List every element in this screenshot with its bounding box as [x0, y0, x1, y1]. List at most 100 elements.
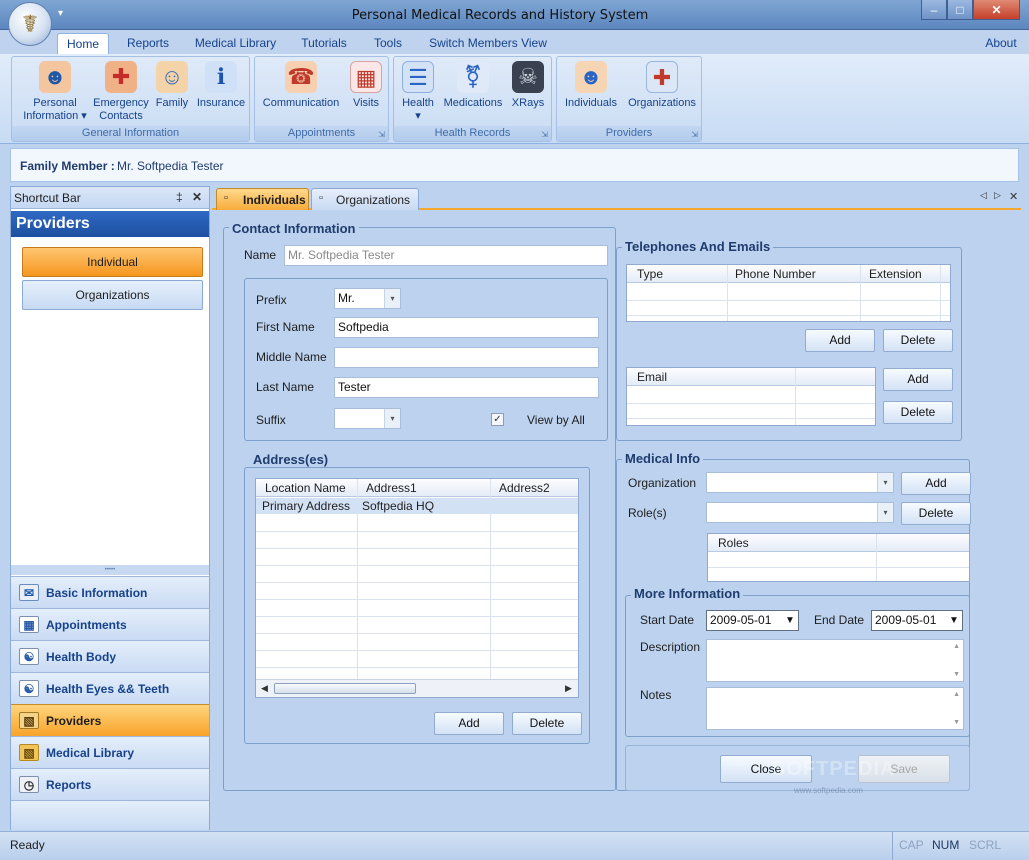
- view-by-all-label: View by All: [527, 413, 585, 427]
- nav-reports[interactable]: ◷ Reports: [11, 768, 209, 800]
- dialog-launcher-icon[interactable]: ⇲: [691, 130, 698, 139]
- roles-combo[interactable]: ▾: [706, 502, 894, 523]
- application-menu-button[interactable]: ☤: [8, 2, 52, 46]
- organization-combo[interactable]: ▾: [706, 472, 894, 493]
- nav-health-body[interactable]: ☯ Health Body: [11, 640, 209, 672]
- column-header-type[interactable]: Type: [637, 267, 663, 281]
- nav-medical-library[interactable]: ▧ Medical Library: [11, 736, 209, 768]
- tab-scroll-left-icon[interactable]: ◁: [980, 190, 987, 201]
- grid-divider: [860, 265, 861, 321]
- end-date-picker[interactable]: 2009-05-01 ▼: [871, 610, 963, 631]
- doc-tab-organizations[interactable]: ▫ Organizations: [311, 188, 419, 210]
- dialog-launcher-icon[interactable]: ⇲: [541, 130, 548, 139]
- addresses-grid[interactable]: Location Name Address1 Address2 Primary …: [255, 478, 579, 698]
- chevron-down-icon[interactable]: ▾: [384, 289, 400, 308]
- column-header-location-name[interactable]: Location Name: [265, 481, 346, 495]
- delete-phone-button[interactable]: Delete: [883, 329, 953, 352]
- add-organization-button[interactable]: Add: [901, 472, 971, 495]
- nav-basic-information[interactable]: ✉ Basic Information: [11, 576, 209, 608]
- scroll-down-icon[interactable]: ▼: [953, 671, 960, 678]
- table-row[interactable]: Primary Address Softpedia HQ: [256, 498, 578, 514]
- last-name-field[interactable]: Tester: [334, 377, 599, 398]
- scroll-down-icon[interactable]: ▼: [953, 719, 960, 726]
- organizations-button[interactable]: ✚ Organizations: [623, 61, 701, 110]
- tab-switch-members-view[interactable]: Switch Members View: [422, 33, 554, 54]
- nav-health-eyes-teeth[interactable]: ☯ Health Eyes && Teeth: [11, 672, 209, 704]
- delete-role-button[interactable]: Delete: [901, 502, 971, 525]
- middle-name-label: Middle Name: [256, 350, 327, 364]
- description-textarea[interactable]: ▲ ▼: [706, 639, 964, 682]
- communication-button[interactable]: ☎ Communication: [258, 61, 344, 110]
- ribbon-tab-strip: Home Reports Medical Library Tutorials T…: [0, 30, 1029, 54]
- splitter-grip[interactable]: •••••: [11, 565, 209, 575]
- middle-name-field[interactable]: [334, 347, 599, 368]
- roles-grid[interactable]: Roles: [707, 533, 970, 582]
- personal-information-button[interactable]: ☻ Personal Information ▾: [14, 61, 96, 123]
- minimize-button[interactable]: ‒: [921, 0, 947, 20]
- tab-tutorials[interactable]: Tutorials: [294, 33, 354, 54]
- tab-tools[interactable]: Tools: [366, 33, 410, 54]
- delete-email-button[interactable]: Delete: [883, 401, 953, 424]
- chevron-down-icon[interactable]: ▼: [782, 611, 798, 630]
- phones-grid[interactable]: Type Phone Number Extension: [626, 264, 951, 322]
- grid-header: Type Phone Number Extension: [627, 265, 950, 283]
- ribbon-button-label: XRays: [511, 97, 545, 109]
- visits-button[interactable]: ▦ Visits: [345, 61, 387, 110]
- nav-providers[interactable]: ▧ Providers: [11, 704, 209, 736]
- doc-tab-individuals[interactable]: ▫ Individuals: [216, 188, 309, 210]
- communication-icon: ☎: [285, 61, 317, 93]
- grid-line: [627, 300, 950, 301]
- scroll-up-icon[interactable]: ▲: [953, 691, 960, 698]
- individual-provider-form: Contact Information Name Mr. Softpedia T…: [212, 210, 1021, 830]
- ribbon-button-label: Communication: [262, 97, 340, 109]
- suffix-combo[interactable]: ▾: [334, 408, 401, 429]
- close-icon[interactable]: ✕: [192, 190, 202, 204]
- horizontal-scrollbar[interactable]: ◀ ▶: [256, 679, 578, 697]
- first-name-field[interactable]: Softpedia: [334, 317, 599, 338]
- chevron-down-icon[interactable]: ▼: [946, 611, 962, 630]
- medications-button[interactable]: ⚧ Medications: [440, 61, 506, 110]
- column-header-email[interactable]: Email: [637, 370, 667, 384]
- tab-home[interactable]: Home: [57, 33, 109, 54]
- tab-medical-library[interactable]: Medical Library: [188, 33, 283, 54]
- chevron-down-icon[interactable]: ▾: [384, 409, 400, 428]
- close-tab-icon[interactable]: ✕: [1009, 190, 1018, 203]
- emergency-contacts-button[interactable]: ✚ Emergency Contacts: [90, 61, 152, 123]
- notes-textarea[interactable]: ▲ ▼: [706, 687, 964, 730]
- start-date-picker[interactable]: 2009-05-01 ▼: [706, 610, 799, 631]
- add-phone-button[interactable]: Add: [805, 329, 875, 352]
- scroll-right-icon[interactable]: ▶: [565, 683, 572, 694]
- prefix-combo[interactable]: Mr. ▾: [334, 288, 401, 309]
- scroll-thumb[interactable]: [274, 683, 416, 694]
- individuals-button[interactable]: ☻ Individuals: [560, 61, 622, 110]
- insurance-button[interactable]: ℹ Insurance: [193, 61, 249, 110]
- close-window-button[interactable]: ✕: [973, 0, 1020, 20]
- tab-scroll-right-icon[interactable]: ▷: [994, 190, 1001, 201]
- full-name-field[interactable]: Mr. Softpedia Tester: [284, 245, 608, 266]
- scroll-left-icon[interactable]: ◀: [261, 683, 268, 694]
- nav-appointments[interactable]: ▦ Appointments: [11, 608, 209, 640]
- column-header-extension[interactable]: Extension: [869, 267, 922, 281]
- pin-icon[interactable]: ‡: [176, 190, 183, 204]
- scroll-up-icon[interactable]: ▲: [953, 643, 960, 650]
- column-header-address1[interactable]: Address1: [366, 481, 417, 495]
- dialog-launcher-icon[interactable]: ⇲: [378, 130, 385, 139]
- chevron-down-icon[interactable]: ▾: [877, 503, 893, 522]
- chevron-down-icon[interactable]: ▾: [877, 473, 893, 492]
- maximize-button[interactable]: □: [947, 0, 973, 20]
- view-by-all-checkbox[interactable]: ✓: [491, 413, 504, 426]
- about-link[interactable]: About: [980, 33, 1022, 54]
- emails-grid[interactable]: Email: [626, 367, 876, 426]
- xrays-button[interactable]: ☠ XRays: [507, 61, 549, 110]
- column-header-roles[interactable]: Roles: [718, 536, 749, 550]
- family-button[interactable]: ☺ Family: [152, 61, 192, 110]
- provider-option-individual[interactable]: Individual: [22, 247, 203, 277]
- column-header-phone-number[interactable]: Phone Number: [735, 267, 816, 281]
- column-header-address2[interactable]: Address2: [499, 481, 550, 495]
- delete-address-button[interactable]: Delete: [512, 712, 582, 735]
- provider-option-organizations[interactable]: Organizations: [22, 280, 203, 310]
- health-button[interactable]: ☰ Health ▾: [397, 61, 439, 123]
- tab-reports[interactable]: Reports: [118, 33, 178, 54]
- add-address-button[interactable]: Add: [434, 712, 504, 735]
- add-email-button[interactable]: Add: [883, 368, 953, 391]
